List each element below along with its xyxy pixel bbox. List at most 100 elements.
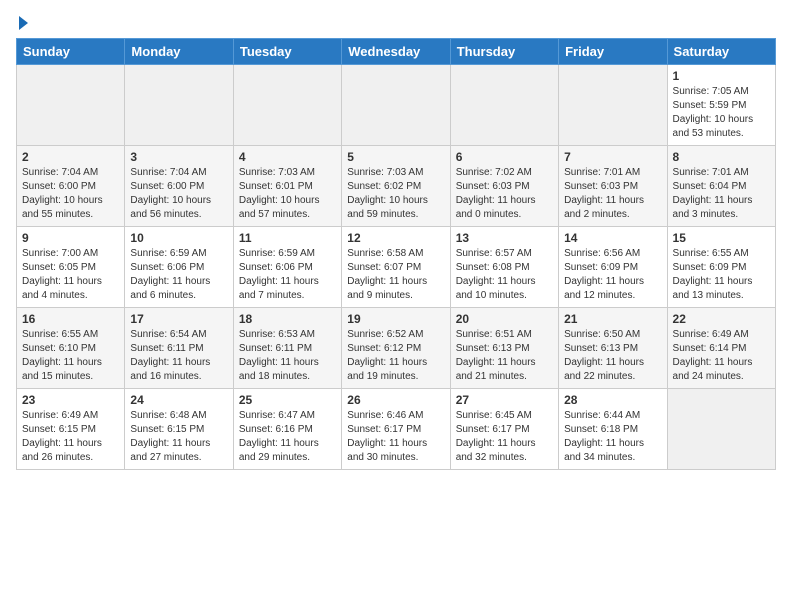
weekday-header-monday: Monday xyxy=(125,39,233,65)
day-number: 19 xyxy=(347,312,444,326)
day-number: 18 xyxy=(239,312,336,326)
weekday-header-saturday: Saturday xyxy=(667,39,775,65)
calendar-week-row: 23 Sunrise: 6:49 AMSunset: 6:15 PMDayligh… xyxy=(17,389,776,470)
calendar-day-cell xyxy=(667,389,775,470)
day-info: Sunrise: 6:58 AMSunset: 6:07 PMDaylight:… xyxy=(347,247,444,303)
day-number: 9 xyxy=(22,231,119,245)
day-info: Sunrise: 7:01 AMSunset: 6:03 PMDaylight:… xyxy=(564,166,661,222)
day-info: Sunrise: 6:51 AMSunset: 6:13 PMDaylight:… xyxy=(456,328,553,384)
calendar-day-cell: 3 Sunrise: 7:04 AMSunset: 6:00 PMDaylight… xyxy=(125,146,233,227)
day-info: Sunrise: 6:47 AMSunset: 6:16 PMDaylight:… xyxy=(239,409,336,465)
day-info: Sunrise: 6:52 AMSunset: 6:12 PMDaylight:… xyxy=(347,328,444,384)
calendar-day-cell: 5 Sunrise: 7:03 AMSunset: 6:02 PMDaylight… xyxy=(342,146,450,227)
day-number: 5 xyxy=(347,150,444,164)
calendar-day-cell: 22 Sunrise: 6:49 AMSunset: 6:14 PMDayligh… xyxy=(667,308,775,389)
day-info: Sunrise: 6:55 AMSunset: 6:09 PMDaylight:… xyxy=(673,247,770,303)
calendar-week-row: 9 Sunrise: 7:00 AMSunset: 6:05 PMDaylight… xyxy=(17,227,776,308)
calendar-day-cell: 10 Sunrise: 6:59 AMSunset: 6:06 PMDayligh… xyxy=(125,227,233,308)
day-number: 20 xyxy=(456,312,553,326)
day-number: 17 xyxy=(130,312,227,326)
day-info: Sunrise: 7:03 AMSunset: 6:01 PMDaylight:… xyxy=(239,166,336,222)
day-info: Sunrise: 6:48 AMSunset: 6:15 PMDaylight:… xyxy=(130,409,227,465)
day-info: Sunrise: 6:53 AMSunset: 6:11 PMDaylight:… xyxy=(239,328,336,384)
day-info: Sunrise: 6:57 AMSunset: 6:08 PMDaylight:… xyxy=(456,247,553,303)
day-info: Sunrise: 6:59 AMSunset: 6:06 PMDaylight:… xyxy=(239,247,336,303)
calendar-day-cell: 19 Sunrise: 6:52 AMSunset: 6:12 PMDayligh… xyxy=(342,308,450,389)
day-number: 26 xyxy=(347,393,444,407)
day-number: 24 xyxy=(130,393,227,407)
weekday-header-friday: Friday xyxy=(559,39,667,65)
day-info: Sunrise: 7:05 AMSunset: 5:59 PMDaylight:… xyxy=(673,85,770,141)
day-number: 7 xyxy=(564,150,661,164)
logo-triangle-icon xyxy=(19,16,28,30)
calendar-day-cell: 4 Sunrise: 7:03 AMSunset: 6:01 PMDaylight… xyxy=(233,146,341,227)
day-number: 10 xyxy=(130,231,227,245)
day-number: 11 xyxy=(239,231,336,245)
calendar-day-cell xyxy=(125,65,233,146)
day-info: Sunrise: 7:03 AMSunset: 6:02 PMDaylight:… xyxy=(347,166,444,222)
calendar-day-cell: 24 Sunrise: 6:48 AMSunset: 6:15 PMDayligh… xyxy=(125,389,233,470)
calendar-day-cell: 9 Sunrise: 7:00 AMSunset: 6:05 PMDaylight… xyxy=(17,227,125,308)
weekday-header-tuesday: Tuesday xyxy=(233,39,341,65)
calendar-day-cell: 26 Sunrise: 6:46 AMSunset: 6:17 PMDayligh… xyxy=(342,389,450,470)
day-number: 25 xyxy=(239,393,336,407)
calendar-day-cell: 17 Sunrise: 6:54 AMSunset: 6:11 PMDayligh… xyxy=(125,308,233,389)
day-number: 4 xyxy=(239,150,336,164)
calendar-day-cell: 15 Sunrise: 6:55 AMSunset: 6:09 PMDayligh… xyxy=(667,227,775,308)
calendar-day-cell: 28 Sunrise: 6:44 AMSunset: 6:18 PMDayligh… xyxy=(559,389,667,470)
day-info: Sunrise: 6:45 AMSunset: 6:17 PMDaylight:… xyxy=(456,409,553,465)
day-info: Sunrise: 6:50 AMSunset: 6:13 PMDaylight:… xyxy=(564,328,661,384)
day-number: 1 xyxy=(673,69,770,83)
calendar-day-cell xyxy=(17,65,125,146)
calendar-day-cell: 12 Sunrise: 6:58 AMSunset: 6:07 PMDayligh… xyxy=(342,227,450,308)
day-number: 6 xyxy=(456,150,553,164)
day-info: Sunrise: 6:44 AMSunset: 6:18 PMDaylight:… xyxy=(564,409,661,465)
day-info: Sunrise: 7:04 AMSunset: 6:00 PMDaylight:… xyxy=(22,166,119,222)
day-number: 12 xyxy=(347,231,444,245)
day-number: 3 xyxy=(130,150,227,164)
calendar-week-row: 1 Sunrise: 7:05 AMSunset: 5:59 PMDaylight… xyxy=(17,65,776,146)
calendar-day-cell: 20 Sunrise: 6:51 AMSunset: 6:13 PMDayligh… xyxy=(450,308,558,389)
weekday-header-sunday: Sunday xyxy=(17,39,125,65)
day-number: 21 xyxy=(564,312,661,326)
day-number: 28 xyxy=(564,393,661,407)
calendar-day-cell: 1 Sunrise: 7:05 AMSunset: 5:59 PMDaylight… xyxy=(667,65,775,146)
day-number: 2 xyxy=(22,150,119,164)
calendar-day-cell xyxy=(342,65,450,146)
calendar-day-cell xyxy=(559,65,667,146)
calendar-day-cell: 21 Sunrise: 6:50 AMSunset: 6:13 PMDayligh… xyxy=(559,308,667,389)
day-info: Sunrise: 6:49 AMSunset: 6:15 PMDaylight:… xyxy=(22,409,119,465)
day-info: Sunrise: 6:56 AMSunset: 6:09 PMDaylight:… xyxy=(564,247,661,303)
day-info: Sunrise: 7:00 AMSunset: 6:05 PMDaylight:… xyxy=(22,247,119,303)
day-number: 15 xyxy=(673,231,770,245)
calendar-day-cell: 18 Sunrise: 6:53 AMSunset: 6:11 PMDayligh… xyxy=(233,308,341,389)
calendar-day-cell: 14Sunrise: 6:56 AMSunset: 6:09 PMDayligh… xyxy=(559,227,667,308)
calendar-day-cell: 25 Sunrise: 6:47 AMSunset: 6:16 PMDayligh… xyxy=(233,389,341,470)
calendar-day-cell: 2 Sunrise: 7:04 AMSunset: 6:00 PMDaylight… xyxy=(17,146,125,227)
day-number: 23 xyxy=(22,393,119,407)
logo xyxy=(16,16,28,30)
day-info: Sunrise: 7:02 AMSunset: 6:03 PMDaylight:… xyxy=(456,166,553,222)
day-info: Sunrise: 6:59 AMSunset: 6:06 PMDaylight:… xyxy=(130,247,227,303)
calendar-day-cell: 16Sunrise: 6:55 AMSunset: 6:10 PMDayligh… xyxy=(17,308,125,389)
day-info: Sunrise: 6:49 AMSunset: 6:14 PMDaylight:… xyxy=(673,328,770,384)
page-header xyxy=(16,16,776,30)
calendar-table: SundayMondayTuesdayWednesdayThursdayFrid… xyxy=(16,38,776,470)
calendar-day-cell: 7 Sunrise: 7:01 AMSunset: 6:03 PMDaylight… xyxy=(559,146,667,227)
day-info: Sunrise: 6:46 AMSunset: 6:17 PMDaylight:… xyxy=(347,409,444,465)
day-info: Sunrise: 6:55 AMSunset: 6:10 PMDaylight:… xyxy=(22,328,119,384)
day-number: 13 xyxy=(456,231,553,245)
day-number: 27 xyxy=(456,393,553,407)
calendar-day-cell: 8Sunrise: 7:01 AMSunset: 6:04 PMDaylight… xyxy=(667,146,775,227)
calendar-day-cell xyxy=(450,65,558,146)
day-info: Sunrise: 7:04 AMSunset: 6:00 PMDaylight:… xyxy=(130,166,227,222)
calendar-week-row: 2 Sunrise: 7:04 AMSunset: 6:00 PMDaylight… xyxy=(17,146,776,227)
day-info: Sunrise: 6:54 AMSunset: 6:11 PMDaylight:… xyxy=(130,328,227,384)
calendar-day-cell: 23 Sunrise: 6:49 AMSunset: 6:15 PMDayligh… xyxy=(17,389,125,470)
calendar-header-row: SundayMondayTuesdayWednesdayThursdayFrid… xyxy=(17,39,776,65)
weekday-header-wednesday: Wednesday xyxy=(342,39,450,65)
day-info: Sunrise: 7:01 AMSunset: 6:04 PMDaylight:… xyxy=(673,166,770,222)
calendar-day-cell: 11 Sunrise: 6:59 AMSunset: 6:06 PMDayligh… xyxy=(233,227,341,308)
weekday-header-thursday: Thursday xyxy=(450,39,558,65)
day-number: 22 xyxy=(673,312,770,326)
